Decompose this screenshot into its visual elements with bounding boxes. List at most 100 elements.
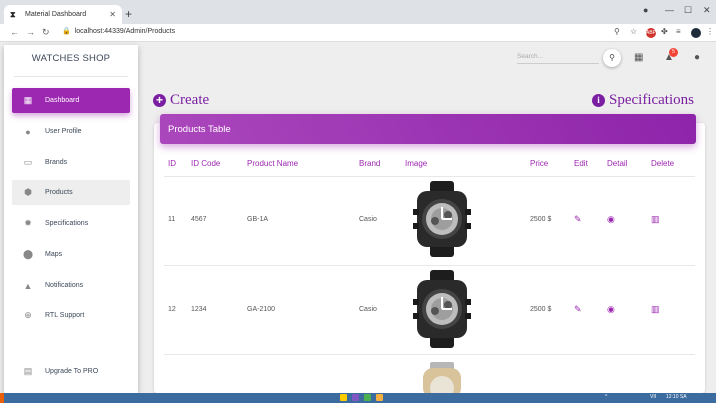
sidebar-item-label: Specifications xyxy=(45,220,89,227)
dashboard-icon: ▦ xyxy=(23,95,33,105)
cell-id: 12 xyxy=(168,306,176,313)
url-text: localhost:44339/Admin/Products xyxy=(74,28,176,35)
info-circle-icon: i xyxy=(592,94,605,107)
sidebar-item-user-profile[interactable]: ● User Profile xyxy=(12,119,130,144)
reload-button[interactable]: ↻ xyxy=(42,27,50,38)
forward-button[interactable]: → xyxy=(26,27,35,37)
sidebar-item-notifications[interactable]: ▲ Notifications xyxy=(12,273,130,298)
dashboard-grid-icon[interactable]: ▦ xyxy=(634,52,643,63)
cell-name: GB-1A xyxy=(247,216,269,223)
sidebar-divider xyxy=(14,76,128,77)
globe-icon: ⊕ xyxy=(24,310,32,320)
search-icon: ⚲ xyxy=(609,53,615,62)
clipboard-icon: ▭ xyxy=(23,157,33,167)
sidebar-item-dashboard[interactable]: ▦ Dashboard xyxy=(12,88,130,113)
browser-tab[interactable]: ⧗ Material Dashboard ✕ xyxy=(4,5,122,24)
close-tab-icon[interactable]: ✕ xyxy=(109,10,116,19)
sidebar-item-label: RTL Support xyxy=(45,312,85,319)
column-header-detail: Detail xyxy=(607,159,628,168)
start-button[interactable] xyxy=(0,393,4,403)
chrome-icon[interactable] xyxy=(364,394,371,401)
sidebar-item-label: Upgrade To PRO xyxy=(45,368,99,375)
new-tab-button[interactable]: + xyxy=(125,7,132,21)
specifications-link[interactable]: i Specifications xyxy=(592,92,694,109)
eye-icon[interactable]: ◉ xyxy=(607,214,615,225)
cell-id: 11 xyxy=(168,216,176,223)
sidebar-item-brands[interactable]: ▭ Brands xyxy=(12,150,130,175)
extensions-puzzle-icon[interactable]: ✤ xyxy=(661,27,668,36)
zoom-icon[interactable]: ⚲ xyxy=(614,27,620,36)
gear-icon: ✹ xyxy=(24,218,32,228)
os-taskbar: ^ VII 12:10 SA xyxy=(0,393,716,403)
minimize-button[interactable]: — xyxy=(665,5,674,15)
sidebar-item-products[interactable]: ⬢ Products xyxy=(12,180,130,205)
cube-icon: ⬢ xyxy=(24,187,32,197)
file-explorer-icon[interactable] xyxy=(340,394,347,401)
sidebar-item-label: User Profile xyxy=(45,128,82,135)
sidebar-item-label: Brands xyxy=(45,159,68,166)
notification-badge: 5 xyxy=(669,48,678,57)
maximize-button[interactable]: ☐ xyxy=(684,5,692,16)
search-button[interactable]: ⚲ xyxy=(603,49,621,67)
close-window-button[interactable]: ✕ xyxy=(703,5,711,16)
specifications-label: Specifications xyxy=(609,92,694,108)
tray-chevron-icon[interactable]: ^ xyxy=(605,394,607,400)
column-header-edit: Edit xyxy=(574,159,588,168)
search-input[interactable]: Search... xyxy=(517,52,599,64)
language-indicator[interactable]: VII xyxy=(650,394,656,400)
visual-studio-icon[interactable] xyxy=(352,394,359,401)
trash-icon[interactable]: ▥ xyxy=(651,214,660,225)
column-header-image: Image xyxy=(405,159,428,168)
url-field[interactable]: 🔒 localhost:44339/Admin/Products xyxy=(62,27,175,35)
sidebar-item-rtl-support[interactable]: ⊕ RTL Support xyxy=(12,303,130,328)
watch-favicon-icon: ⧗ xyxy=(10,9,16,19)
browser-menu-icon[interactable]: ⋮ xyxy=(706,27,714,36)
header-divider xyxy=(164,176,695,177)
create-label: Create xyxy=(170,92,210,108)
reading-list-icon[interactable]: ≡ xyxy=(676,27,681,36)
browser-tab-bar: ⧗ Material Dashboard ✕ + ● — ☐ ✕ xyxy=(0,0,716,24)
trash-icon[interactable]: ▥ xyxy=(651,304,660,315)
column-header-id-code: ID Code xyxy=(191,159,221,168)
address-bar-row: ← → ↻ 🔒 localhost:44339/Admin/Products ⚲ … xyxy=(0,24,716,42)
sidebar-item-maps[interactable]: ⬤ Maps xyxy=(12,242,130,267)
account-person-icon[interactable]: ● xyxy=(694,52,700,63)
unarchive-icon: ▤ xyxy=(23,366,33,376)
cell-code: 4567 xyxy=(191,216,207,223)
folder-icon[interactable] xyxy=(376,394,383,401)
card-title: Products Table xyxy=(168,124,231,135)
cell-brand: Casio xyxy=(359,216,377,223)
column-header-id: ID xyxy=(168,159,176,168)
bell-icon: ▲ xyxy=(23,280,33,291)
sidebar-item-specifications[interactable]: ✹ Specifications xyxy=(12,211,130,236)
bookmark-star-icon[interactable]: ☆ xyxy=(630,27,637,36)
edit-icon[interactable]: ✎ xyxy=(574,304,582,315)
column-header-product-name: Product Name xyxy=(247,159,299,168)
profile-avatar[interactable] xyxy=(691,28,701,38)
sidebar-item-label: Maps xyxy=(45,251,63,258)
card-header: Products Table xyxy=(160,114,696,144)
extension-adblock-icon[interactable]: ABP xyxy=(646,28,656,38)
sidebar-item-upgrade[interactable]: ▤ Upgrade To PRO xyxy=(12,359,130,384)
sidebar-item-label: Notifications xyxy=(45,282,84,289)
clock[interactable]: 12:10 SA xyxy=(666,394,687,400)
sidebar-item-label: Dashboard xyxy=(45,97,80,104)
product-image-watch xyxy=(413,270,471,348)
sidebar-item-label: Products xyxy=(45,189,73,196)
sidebar: WATCHES SHOP ▦ Dashboard ● User Profile … xyxy=(4,45,138,393)
back-button[interactable]: ← xyxy=(10,27,19,37)
cell-brand: Casio xyxy=(359,306,377,313)
column-header-delete: Delete xyxy=(651,159,675,168)
column-header-brand: Brand xyxy=(359,159,381,168)
row-divider xyxy=(164,354,695,355)
eye-icon[interactable]: ◉ xyxy=(607,304,615,315)
sidebar-brand[interactable]: WATCHES SHOP xyxy=(4,53,138,77)
product-image-watch xyxy=(413,181,471,257)
record-icon[interactable]: ● xyxy=(643,5,648,15)
cell-name: GA-2100 xyxy=(247,306,276,313)
edit-icon[interactable]: ✎ xyxy=(574,214,582,225)
browser-tab-title: Material Dashboard xyxy=(25,11,87,18)
lock-icon: 🔒 xyxy=(62,28,71,35)
create-link[interactable]: + Create xyxy=(153,92,209,109)
cell-price: 2500 $ xyxy=(530,216,552,223)
